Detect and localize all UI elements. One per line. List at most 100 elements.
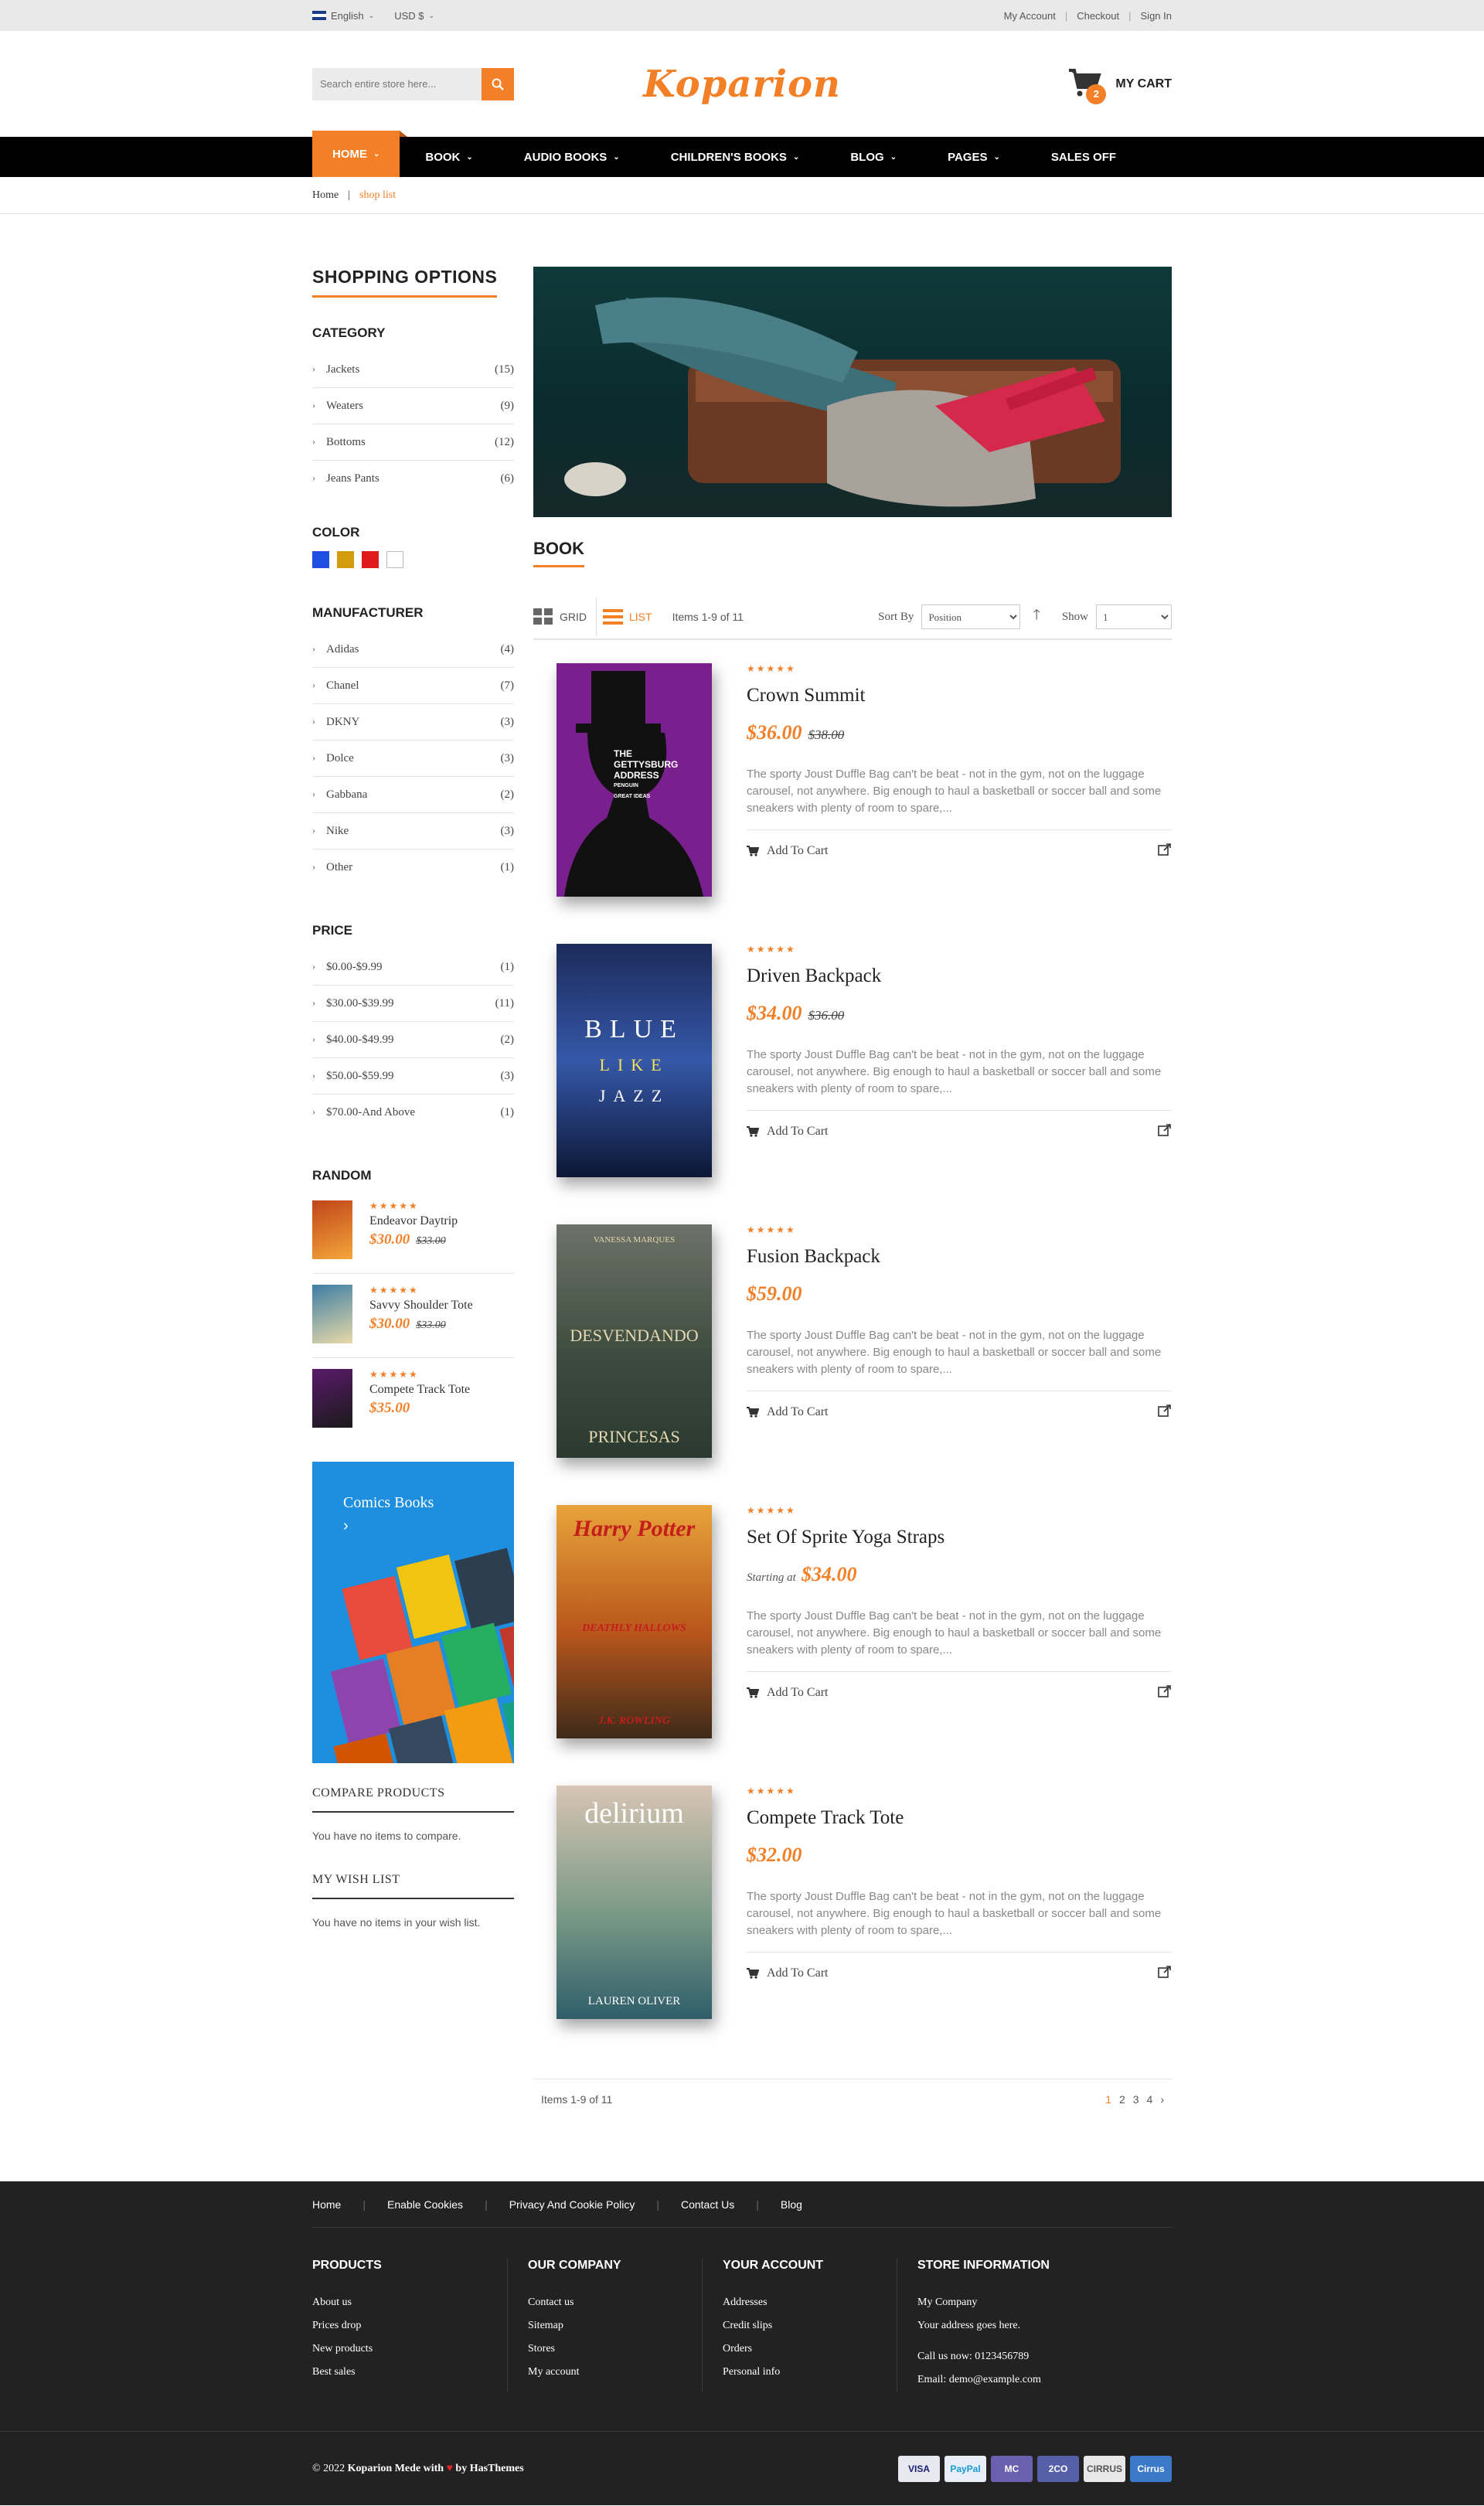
manufacturer-count: (3): [500, 751, 515, 764]
product-image[interactable]: BLUE LIKE JAZZ: [556, 944, 712, 1177]
footer-column: PRODUCTS About us Prices drop New products B…: [312, 2259, 507, 2392]
nav-book[interactable]: BOOK ⌄: [400, 137, 498, 177]
footer-column-item[interactable]: Prices drop: [312, 2314, 507, 2337]
product-image[interactable]: VANESSA MARQUES DESVENDANDO PRINCESAS: [556, 1224, 712, 1458]
footer-link[interactable]: Home: [312, 2198, 362, 2211]
random-product[interactable]: ★★★★★ Endeavor Daytrip $30.00 $33.00: [312, 1190, 514, 1274]
footer-column-item[interactable]: Personal info: [723, 2361, 897, 2384]
random-product-name[interactable]: Savvy Shoulder Tote: [369, 1299, 473, 1313]
page-link[interactable]: 3: [1133, 2093, 1139, 2106]
page-link[interactable]: 2: [1119, 2093, 1125, 2106]
manufacturer-item[interactable]: › Other (1): [312, 850, 514, 886]
show-select[interactable]: 1: [1096, 604, 1172, 629]
breadcrumb-home[interactable]: Home: [312, 189, 339, 202]
category-item[interactable]: › Weaters (9): [312, 388, 514, 424]
category-item[interactable]: › Bottoms (12): [312, 424, 514, 461]
comics-books-banner[interactable]: Comics Books ›: [312, 1462, 514, 1763]
footer: Home | Enable Cookies | Privacy And Cookie P…: [0, 2181, 1484, 2505]
price-range-item[interactable]: › $30.00-$39.99 (11): [312, 986, 514, 1022]
random-product[interactable]: ★★★★★ Savvy Shoulder Tote $30.00 $33.00: [312, 1274, 514, 1358]
nav-childrens-books[interactable]: CHILDREN'S BOOKS ⌄: [645, 137, 825, 177]
price-range-item[interactable]: › $50.00-$59.99 (3): [312, 1058, 514, 1095]
external-link-icon[interactable]: [1158, 843, 1172, 859]
random-product-name[interactable]: Compete Track Tote: [369, 1383, 470, 1397]
product-image[interactable]: Harry Potter DEATHLY HALLOWS J.K. ROWLING: [556, 1505, 712, 1738]
mini-cart[interactable]: 2 MY CART: [1067, 67, 1172, 104]
add-to-cart-button[interactable]: Add To Cart: [747, 1125, 828, 1139]
list-view-toggle[interactable]: LIST: [596, 598, 652, 636]
footer-column-item[interactable]: Stores: [528, 2337, 702, 2361]
footer-column-item[interactable]: Contact us: [528, 2291, 702, 2314]
manufacturer-item[interactable]: › Chanel (7): [312, 668, 514, 704]
external-link-icon[interactable]: [1158, 1123, 1172, 1139]
checkout-link[interactable]: Checkout: [1077, 10, 1119, 22]
search-button[interactable]: [482, 67, 514, 100]
currency-selector[interactable]: USD $ ⌄: [394, 10, 434, 22]
price-range-item[interactable]: › $0.00-$9.99 (1): [312, 949, 514, 986]
sign-in-link[interactable]: Sign In: [1141, 10, 1172, 22]
random-product-thumbnail[interactable]: [312, 1285, 352, 1343]
color-swatch[interactable]: [386, 551, 403, 568]
site-logo[interactable]: Koparion: [643, 63, 841, 106]
add-to-cart-button[interactable]: Add To Cart: [747, 1405, 828, 1419]
random-product-thumbnail[interactable]: [312, 1369, 352, 1428]
search-input[interactable]: [312, 67, 482, 100]
footer-link[interactable]: Enable Cookies: [366, 2198, 485, 2211]
footer-link[interactable]: Privacy And Cookie Policy: [488, 2198, 657, 2211]
color-swatch[interactable]: [312, 551, 329, 568]
category-item[interactable]: › Jackets (15): [312, 352, 514, 388]
nav-pages[interactable]: PAGES ⌄: [922, 137, 1026, 177]
page-link[interactable]: 4: [1147, 2093, 1153, 2106]
author-link[interactable]: HasThemes: [470, 2463, 524, 2474]
manufacturer-item[interactable]: › DKNY (3): [312, 704, 514, 741]
manufacturer-item[interactable]: › Gabbana (2): [312, 777, 514, 813]
grid-view-toggle[interactable]: GRID: [533, 608, 587, 625]
footer-column-item[interactable]: Addresses: [723, 2291, 897, 2314]
nav-audio-books[interactable]: AUDIO BOOKS ⌄: [499, 137, 645, 177]
external-link-icon[interactable]: [1158, 1404, 1172, 1420]
my-account-link[interactable]: My Account: [1004, 10, 1056, 22]
footer-column-item[interactable]: Sitemap: [528, 2314, 702, 2337]
footer-link[interactable]: Contact Us: [659, 2198, 756, 2211]
nav-sales-off[interactable]: SALES OFF: [1026, 137, 1142, 177]
sort-select[interactable]: Position: [921, 604, 1021, 629]
category-item[interactable]: › Jeans Pants (6): [312, 461, 514, 497]
footer-column-item[interactable]: Orders: [723, 2337, 897, 2361]
random-product-thumbnail[interactable]: [312, 1200, 352, 1259]
chevron-down-icon: ⌄: [466, 152, 473, 162]
manufacturer-item[interactable]: › Nike (3): [312, 813, 514, 850]
footer-column-item[interactable]: Best sales: [312, 2361, 507, 2384]
random-product-name[interactable]: Endeavor Daytrip: [369, 1214, 458, 1228]
product-image[interactable]: THE GETTYSBURG ADDRESS PENGUIN GREAT IDEAS: [556, 663, 712, 897]
product-name[interactable]: Crown Summit: [747, 685, 1172, 707]
language-selector[interactable]: English ⌄: [312, 10, 374, 22]
footer-column-item[interactable]: My account: [528, 2361, 702, 2384]
footer-column-item[interactable]: New products: [312, 2337, 507, 2361]
color-swatch[interactable]: [337, 551, 354, 568]
price-range-item[interactable]: › $40.00-$49.99 (2): [312, 1022, 514, 1058]
random-product[interactable]: ★★★★★ Compete Track Tote $35.00: [312, 1358, 514, 1442]
footer-column-item[interactable]: Credit slips: [723, 2314, 897, 2337]
product-name[interactable]: Compete Track Tote: [747, 1807, 1172, 1829]
page-link[interactable]: 1: [1105, 2093, 1111, 2106]
add-to-cart-button[interactable]: Add To Cart: [747, 1686, 828, 1700]
product-image[interactable]: delirium LAUREN OLIVER: [556, 1786, 712, 2019]
manufacturer-item[interactable]: › Dolce (3): [312, 741, 514, 777]
add-to-cart-button[interactable]: Add To Cart: [747, 844, 828, 858]
nav-blog[interactable]: BLOG ⌄: [825, 137, 922, 177]
color-swatch[interactable]: [362, 551, 379, 568]
sort-direction-icon[interactable]: 🡑: [1033, 605, 1040, 628]
nav-home[interactable]: HOME ⌄: [312, 131, 408, 177]
product-name[interactable]: Fusion Backpack: [747, 1246, 1172, 1268]
footer-column-item[interactable]: About us: [312, 2291, 507, 2314]
add-to-cart-button[interactable]: Add To Cart: [747, 1966, 828, 1980]
next-page-link[interactable]: ›: [1160, 2093, 1164, 2106]
product-name[interactable]: Set Of Sprite Yoga Straps: [747, 1527, 1172, 1548]
footer-link[interactable]: Blog: [759, 2198, 824, 2211]
product-name[interactable]: Driven Backpack: [747, 965, 1172, 987]
manufacturer-item[interactable]: › Adidas (4): [312, 632, 514, 668]
price-range-item[interactable]: › $70.00-And Above (1): [312, 1095, 514, 1131]
external-link-icon[interactable]: [1158, 1684, 1172, 1701]
pagination: 1 2 3 4 ›: [1105, 2093, 1164, 2106]
external-link-icon[interactable]: [1158, 1965, 1172, 1981]
